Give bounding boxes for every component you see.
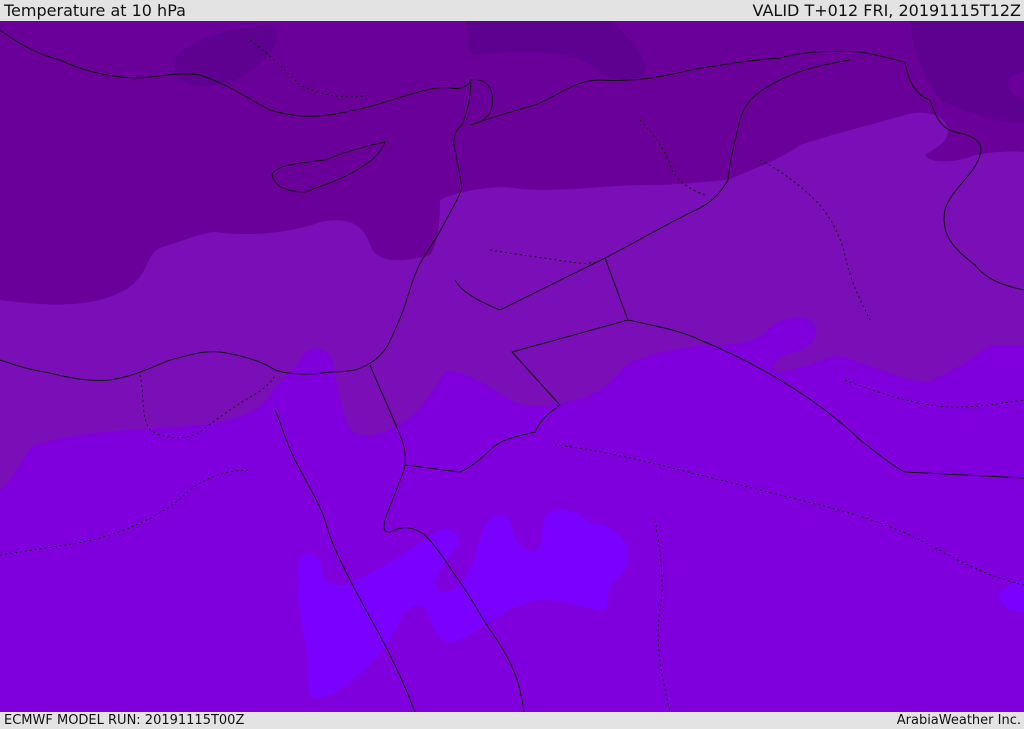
map-title: Temperature at 10 hPa xyxy=(4,1,186,20)
header-bar: Temperature at 10 hPa VALID T+012 FRI, 2… xyxy=(0,0,1024,21)
map-area xyxy=(0,21,1024,712)
temperature-map xyxy=(0,21,1024,712)
map-figure: Temperature at 10 hPa VALID T+012 FRI, 2… xyxy=(0,0,1024,729)
valid-time-label: VALID T+012 FRI, 20191115T12Z xyxy=(752,1,1021,20)
credit-label: ArabiaWeather Inc. xyxy=(896,713,1021,728)
model-run-label: ECMWF MODEL RUN: 20191115T00Z xyxy=(4,713,245,728)
footer-bar: ECMWF MODEL RUN: 20191115T00Z ArabiaWeat… xyxy=(0,712,1024,729)
